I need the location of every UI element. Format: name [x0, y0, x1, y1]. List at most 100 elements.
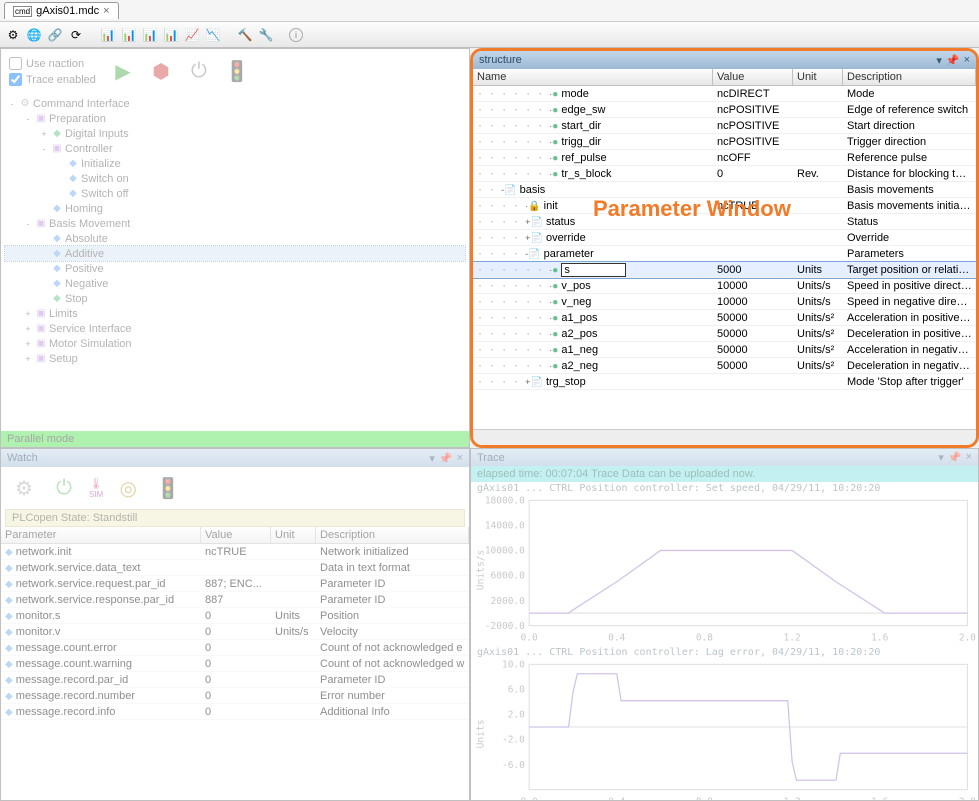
svg-text:0.4: 0.4 [608, 633, 625, 644]
toolbar-btn-hammer[interactable]: 🔨 [236, 26, 254, 44]
structure-row[interactable]: · · · · · · ·● a2_neg50000Units/s²Decele… [473, 358, 976, 374]
tab-bar: cmd gAxis01.mdc × [0, 0, 979, 22]
structure-row[interactable]: · · · · · · ·● modencDIRECTMode [473, 86, 976, 102]
col-value[interactable]: Value [713, 69, 793, 85]
watch-row[interactable]: ◆ message.count.error0Count of not ackno… [1, 640, 469, 656]
watch-row[interactable]: ◆ monitor.v0Units/sVelocity [1, 624, 469, 640]
pin-icon[interactable]: 📌 [948, 451, 962, 464]
toolbar-btn-9[interactable]: 📈 [183, 26, 201, 44]
structure-row[interactable]: · · · · · · ·● a2_pos50000Units/s²Decele… [473, 326, 976, 342]
gear-icon[interactable]: ⚙ [9, 475, 39, 501]
structure-row[interactable]: · · -📄 basisBasis movements [473, 182, 976, 198]
use-naction-checkbox[interactable]: Use naction [9, 57, 96, 70]
toolbar-btn-wrench[interactable]: 🔧 [257, 26, 275, 44]
play-icon[interactable]: ▶ [108, 59, 138, 85]
structure-row[interactable]: · · · · · · ·● ref_pulsencOFFReference p… [473, 150, 976, 166]
watch-row[interactable]: ◆ message.record.number0Error number [1, 688, 469, 704]
dropdown-icon[interactable]: ▾ [429, 452, 435, 465]
col-name[interactable]: Name [473, 69, 713, 85]
watch-row[interactable]: ◆ message.count.warning0Count of not ack… [1, 656, 469, 672]
tree-item[interactable]: +▣Limits [5, 306, 465, 321]
structure-row[interactable]: · · · · · · ·● trigg_dirncPOSITIVETrigge… [473, 134, 976, 150]
tree-item[interactable]: -⚙Command Interface [5, 96, 465, 111]
tree-item[interactable]: +◆Digital Inputs [5, 126, 465, 141]
col-desc[interactable]: Description [316, 527, 469, 543]
stop-icon[interactable]: ⬢ [146, 59, 176, 85]
tree-item[interactable]: ◆Initialize [5, 156, 465, 171]
structure-row[interactable]: · · · · · · ·● a1_pos50000Units/s²Accele… [473, 310, 976, 326]
col-desc[interactable]: Description [843, 69, 976, 85]
structure-row[interactable]: · · · · · · ·● a1_neg50000Units/s²Accele… [473, 342, 976, 358]
pin-icon[interactable]: 📌 [946, 54, 960, 67]
traffic-icon[interactable]: 🚦 [153, 475, 183, 501]
structure-row[interactable]: · · · · · · ·● v_neg10000Units/sSpeed in… [473, 294, 976, 310]
close-panel-icon[interactable]: × [964, 54, 970, 67]
structure-row[interactable]: · · · · · · ·● start_dirncPOSITIVEStart … [473, 118, 976, 134]
traffic-icon[interactable]: 🚦 [222, 59, 252, 85]
tree-item[interactable]: -▣Basis Movement [5, 216, 465, 231]
tree-item[interactable]: ◆Absolute [5, 231, 465, 246]
structure-grid[interactable]: · · · · · · ·● modencDIRECTMode· · · · ·… [473, 86, 976, 429]
watch-row[interactable]: ◆ network.service.request.par_id887; ENC… [1, 576, 469, 592]
sim-icon[interactable]: 🌡SIM [89, 477, 103, 499]
close-panel-icon[interactable]: × [457, 452, 463, 465]
toolbar-btn-3[interactable]: 🔗 [46, 26, 64, 44]
col-param[interactable]: Parameter [1, 527, 201, 543]
h-scrollbar[interactable] [473, 429, 976, 445]
structure-row[interactable]: · · · · +📄 trg_stopMode 'Stop after trig… [473, 374, 976, 390]
toolbar-btn-8[interactable]: 📊 [162, 26, 180, 44]
tree-item[interactable]: -▣Controller [5, 141, 465, 156]
watch-row[interactable]: ◆ network.service.data_textData in text … [1, 560, 469, 576]
watch-row[interactable]: ◆ message.record.par_id0Parameter ID [1, 672, 469, 688]
svg-text:10.0: 10.0 [502, 659, 525, 670]
watch-row[interactable]: ◆ network.service.response.par_id887Para… [1, 592, 469, 608]
tree-item[interactable]: +▣Setup [5, 351, 465, 366]
toolbar-btn-info[interactable]: i [289, 28, 303, 42]
tree-item[interactable]: -▣Preparation [5, 111, 465, 126]
dropdown-icon[interactable]: ▾ [936, 54, 942, 67]
col-value[interactable]: Value [201, 527, 271, 543]
watch-row[interactable]: ◆ monitor.s0UnitsPosition [1, 608, 469, 624]
watch-row[interactable]: ◆ network.initncTRUENetwork initialized [1, 544, 469, 560]
close-icon[interactable]: × [103, 5, 109, 17]
structure-row[interactable]: · · · · ·🔒 initncTRUEBasis movements ini… [473, 198, 976, 214]
power-icon[interactable]: ⏻ [184, 59, 214, 85]
watch-grid[interactable]: ◆ network.initncTRUENetwork initialized◆… [1, 544, 469, 800]
structure-row[interactable]: · · · · +📄 statusStatus [473, 214, 976, 230]
structure-row[interactable]: · · · · · · ·● 5000UnitsTarget position … [473, 262, 976, 278]
structure-row[interactable]: · · · · · · ·● v_pos10000Units/sSpeed in… [473, 278, 976, 294]
toolbar-btn-5[interactable]: 📊 [99, 26, 117, 44]
target-icon[interactable]: ◎ [113, 475, 143, 501]
structure-row[interactable]: · · · · +📄 overrideOverride [473, 230, 976, 246]
tree-item[interactable]: ◆Additive [5, 246, 465, 261]
tree-item[interactable]: +▣Service Interface [5, 321, 465, 336]
tree-item[interactable]: ◆Positive [5, 261, 465, 276]
pin-icon[interactable]: 📌 [439, 452, 453, 465]
tree-item[interactable]: ◆Homing [5, 201, 465, 216]
tree-item[interactable]: ◆Switch off [5, 186, 465, 201]
toolbar-btn-7[interactable]: 📊 [141, 26, 159, 44]
tree-item[interactable]: ◆Stop [5, 291, 465, 306]
toolbar-btn-6[interactable]: 📊 [120, 26, 138, 44]
svg-text:2.0: 2.0 [959, 633, 976, 644]
tree-item[interactable]: ◆Negative [5, 276, 465, 291]
watch-row[interactable]: ◆ message.record.info0Additional Info [1, 704, 469, 720]
close-panel-icon[interactable]: × [966, 451, 972, 464]
toolbar-btn-4[interactable]: ⟳ [67, 26, 85, 44]
trace-enabled-checkbox[interactable]: Trace enabled [9, 73, 96, 86]
tree-item[interactable]: +▣Motor Simulation [5, 336, 465, 351]
power-icon[interactable]: ⏻ [49, 475, 79, 501]
toolbar-btn-2[interactable]: 🌐 [25, 26, 43, 44]
col-unit[interactable]: Unit [271, 527, 316, 543]
dropdown-icon[interactable]: ▾ [938, 451, 944, 464]
toolbar-btn-10[interactable]: 📉 [204, 26, 222, 44]
toolbar-btn-1[interactable]: ⚙ [4, 26, 22, 44]
structure-row[interactable]: · · · · · · ·● edge_swncPOSITIVEEdge of … [473, 102, 976, 118]
structure-row[interactable]: · · · · · · ·● tr_s_block0Rev.Distance f… [473, 166, 976, 182]
file-tab[interactable]: cmd gAxis01.mdc × [4, 2, 119, 19]
col-unit[interactable]: Unit [793, 69, 843, 85]
tree-item[interactable]: ◆Switch on [5, 171, 465, 186]
name-edit-input[interactable] [561, 263, 626, 277]
structure-row[interactable]: · · · · -📄 parameterParameters [473, 246, 976, 262]
command-tree[interactable]: -⚙Command Interface-▣Preparation+◆Digita… [1, 94, 469, 431]
